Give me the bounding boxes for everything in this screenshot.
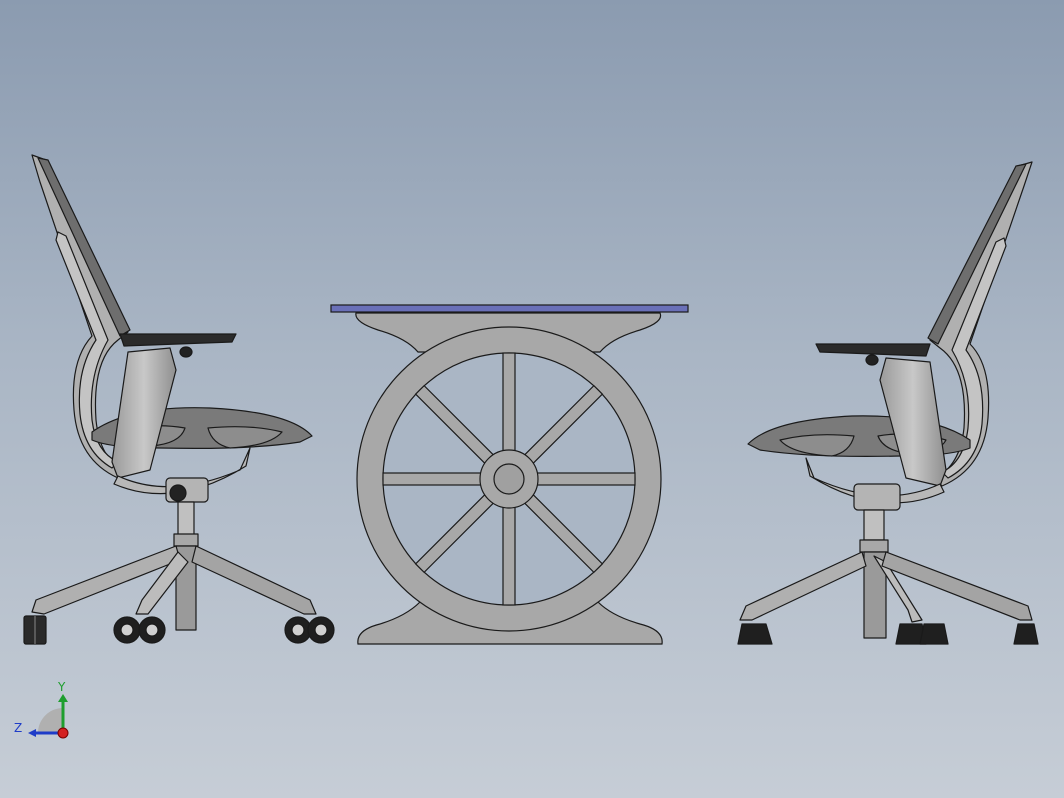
left-chair-base-leg-right: [191, 545, 317, 615]
right-chair-gas-cylinder-upper: [863, 509, 885, 541]
left-chair-gas-cylinder-collar: [173, 533, 199, 547]
table-top: [330, 304, 689, 313]
left-chair-armrest: [119, 333, 237, 347]
right-office-chair[interactable]: [737, 161, 1039, 645]
triad-z-arrowhead: [28, 729, 36, 737]
triad-z-label: Z: [14, 721, 23, 735]
view-orientation-triad[interactable]: [28, 694, 69, 739]
right-chair-mechanism: [853, 483, 901, 511]
left-chair-gas-cylinder-upper: [177, 501, 195, 537]
left-chair-caster-right: [284, 616, 335, 644]
triad-x-axis-dot: [57, 727, 69, 739]
wagon-wheel-table[interactable]: [330, 304, 689, 645]
triad-y-arrowhead: [58, 694, 68, 702]
right-chair-base-leg-left: [739, 551, 867, 621]
cad-model-view[interactable]: [0, 0, 1064, 798]
triad-y-label: Y: [58, 680, 66, 694]
right-chair-gas-cylinder-collar: [859, 539, 889, 553]
right-chair-arm-knob: [865, 354, 879, 366]
left-chair-caster-center: [113, 616, 166, 644]
graphics-viewport[interactable]: Y Z: [0, 0, 1064, 798]
right-chair-armrest: [815, 343, 931, 357]
left-chair-arm-knob: [179, 346, 193, 358]
left-chair-tension-knob: [169, 484, 187, 502]
left-office-chair[interactable]: [23, 154, 335, 645]
right-chair-base-leg-right: [881, 551, 1033, 621]
table-wheel-hub-cap: [493, 463, 525, 495]
right-chair-glides: [737, 623, 1039, 645]
